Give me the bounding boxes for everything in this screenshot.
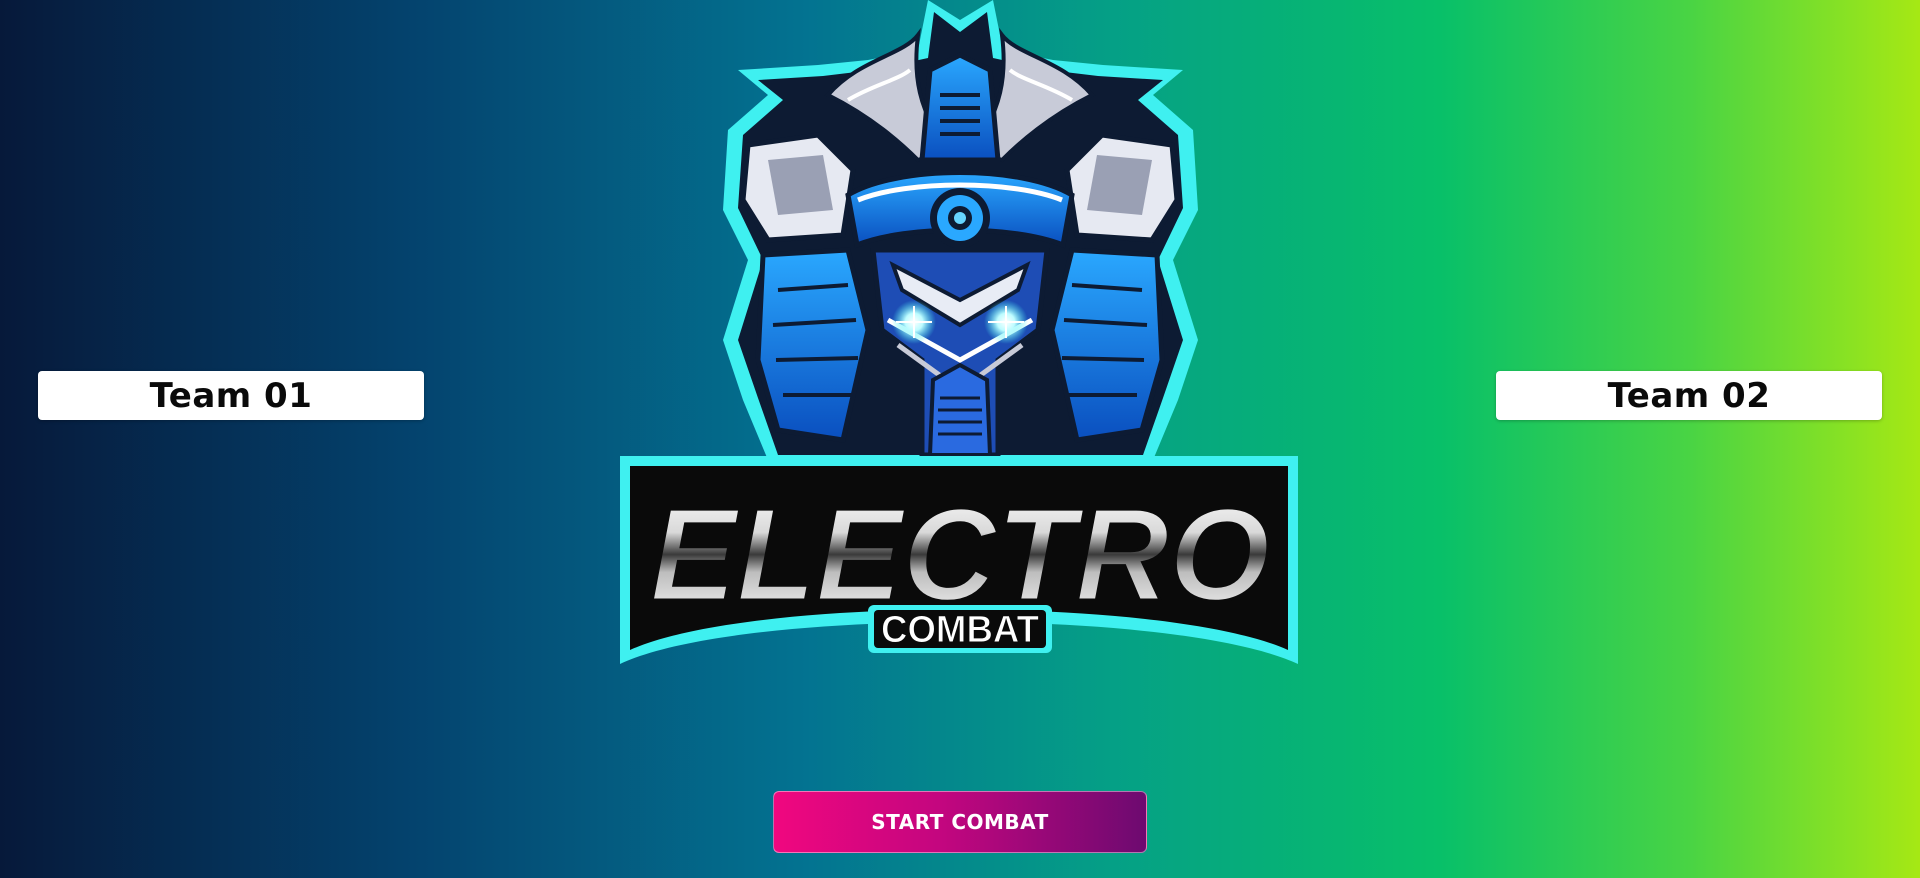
samurai-mascot-icon: [723, 0, 1198, 460]
electro-combat-logo: ELECTRO COMBAT: [618, 0, 1302, 670]
team-01-field[interactable]: Team 01: [38, 371, 424, 420]
start-combat-button[interactable]: START COMBAT: [773, 791, 1147, 853]
team-02-field[interactable]: Team 02: [1496, 371, 1882, 420]
title-sub-text: COMBAT: [881, 609, 1039, 651]
